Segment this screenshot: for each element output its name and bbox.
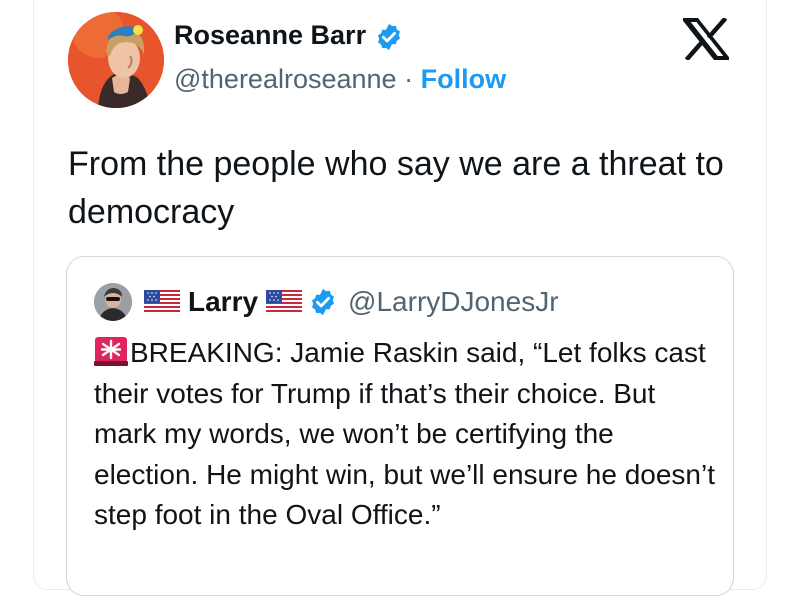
separator-dot: · xyxy=(404,64,414,94)
verified-badge-icon xyxy=(377,23,400,50)
quoted-header: Larry @LarryDJonesJr xyxy=(144,282,559,322)
quoted-author-name[interactable]: Larry xyxy=(188,286,258,318)
x-logo-icon[interactable] xyxy=(683,18,729,60)
quoted-avatar-image xyxy=(94,283,132,321)
author-avatar[interactable] xyxy=(68,12,164,108)
siren-icon xyxy=(94,337,128,366)
author-handle-row: @therealroseanne · Follow xyxy=(174,64,506,95)
verified-badge-icon xyxy=(312,288,335,316)
quoted-tweet-body: BREAKING: Jamie Raskin said, “Let folks … xyxy=(94,337,716,530)
author-avatar-image xyxy=(68,12,164,108)
quoted-author-handle[interactable]: @LarryDJonesJr xyxy=(348,286,558,318)
quoted-tweet-text: BREAKING: Jamie Raskin said, “Let folks … xyxy=(94,333,724,536)
author-name[interactable]: Roseanne Barr xyxy=(174,20,366,50)
quoted-author-avatar[interactable] xyxy=(94,283,132,321)
author-name-row[interactable]: Roseanne Barr xyxy=(174,20,404,52)
us-flag-icon xyxy=(144,290,180,314)
author-handle[interactable]: @therealroseanne xyxy=(174,64,397,94)
tweet-text: From the people who say we are a threat … xyxy=(68,145,724,231)
follow-button[interactable]: Follow xyxy=(421,64,506,94)
us-flag-icon xyxy=(266,290,303,314)
